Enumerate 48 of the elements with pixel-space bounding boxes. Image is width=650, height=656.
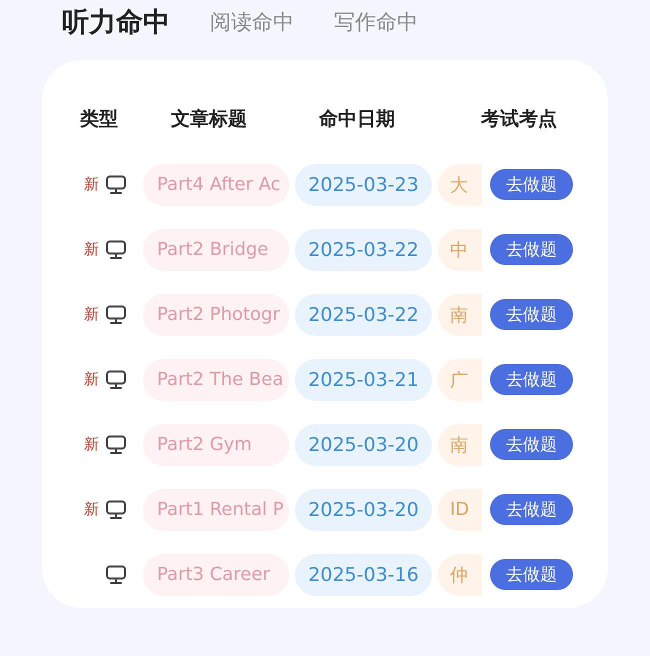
exam-location: 仲 <box>438 554 482 596</box>
hit-date: 2025-03-20 <box>295 488 432 530</box>
article-title: Part2 Gym <box>143 424 289 466</box>
practice-button[interactable]: 去做题 <box>490 299 573 330</box>
hit-date: 2025-03-22 <box>295 294 432 336</box>
new-label: 新 <box>84 500 99 519</box>
article-title: Part2 Photogr <box>143 294 289 336</box>
practice-button[interactable]: 去做题 <box>490 169 573 200</box>
practice-button[interactable]: 去做题 <box>490 364 573 395</box>
exam-location: ID <box>438 488 482 530</box>
exam-location: 大 <box>438 164 482 206</box>
hit-date: 2025-03-16 <box>295 554 432 596</box>
exam-location: 南 <box>438 424 482 466</box>
article-title: Part3 Career <box>143 554 289 596</box>
new-label: 新 <box>84 435 99 454</box>
article-title: Part1 Rental P <box>143 488 289 530</box>
monitor-icon <box>105 174 127 194</box>
new-label: 新 <box>84 240 99 259</box>
monitor-icon <box>105 304 127 324</box>
monitor-icon <box>105 434 127 454</box>
monitor-icon <box>105 370 127 390</box>
new-label: 新 <box>84 370 99 389</box>
tab[interactable]: 阅读命中 <box>210 8 294 36</box>
hit-date: 2025-03-23 <box>295 164 432 206</box>
tab[interactable]: 写作命中 <box>334 8 418 36</box>
column-header: 考试考点 <box>481 107 557 132</box>
hit-date: 2025-03-21 <box>295 358 432 400</box>
practice-button[interactable]: 去做题 <box>490 234 573 265</box>
monitor-icon <box>105 240 127 260</box>
article-title: Part2 Bridge <box>143 228 289 270</box>
column-header: 类型 <box>80 107 119 132</box>
article-title: Part2 The Bea <box>143 358 289 400</box>
monitor-icon <box>105 500 127 520</box>
exam-location: 中 <box>438 228 482 270</box>
hit-date: 2025-03-20 <box>295 424 432 466</box>
new-label: 新 <box>84 305 99 324</box>
new-label: 新 <box>84 175 99 194</box>
monitor-icon <box>105 564 127 584</box>
article-title: Part4 After Ac <box>143 164 289 206</box>
column-header: 文章标题 <box>171 107 248 132</box>
exam-location: 广 <box>438 358 482 400</box>
practice-button[interactable]: 去做题 <box>490 429 573 460</box>
exam-location: 南 <box>438 294 482 336</box>
practice-button[interactable]: 去做题 <box>490 559 573 590</box>
hit-date: 2025-03-22 <box>295 228 432 270</box>
column-header: 命中日期 <box>319 107 396 132</box>
tab[interactable]: 听力命中 <box>62 4 170 40</box>
practice-button[interactable]: 去做题 <box>490 494 573 525</box>
